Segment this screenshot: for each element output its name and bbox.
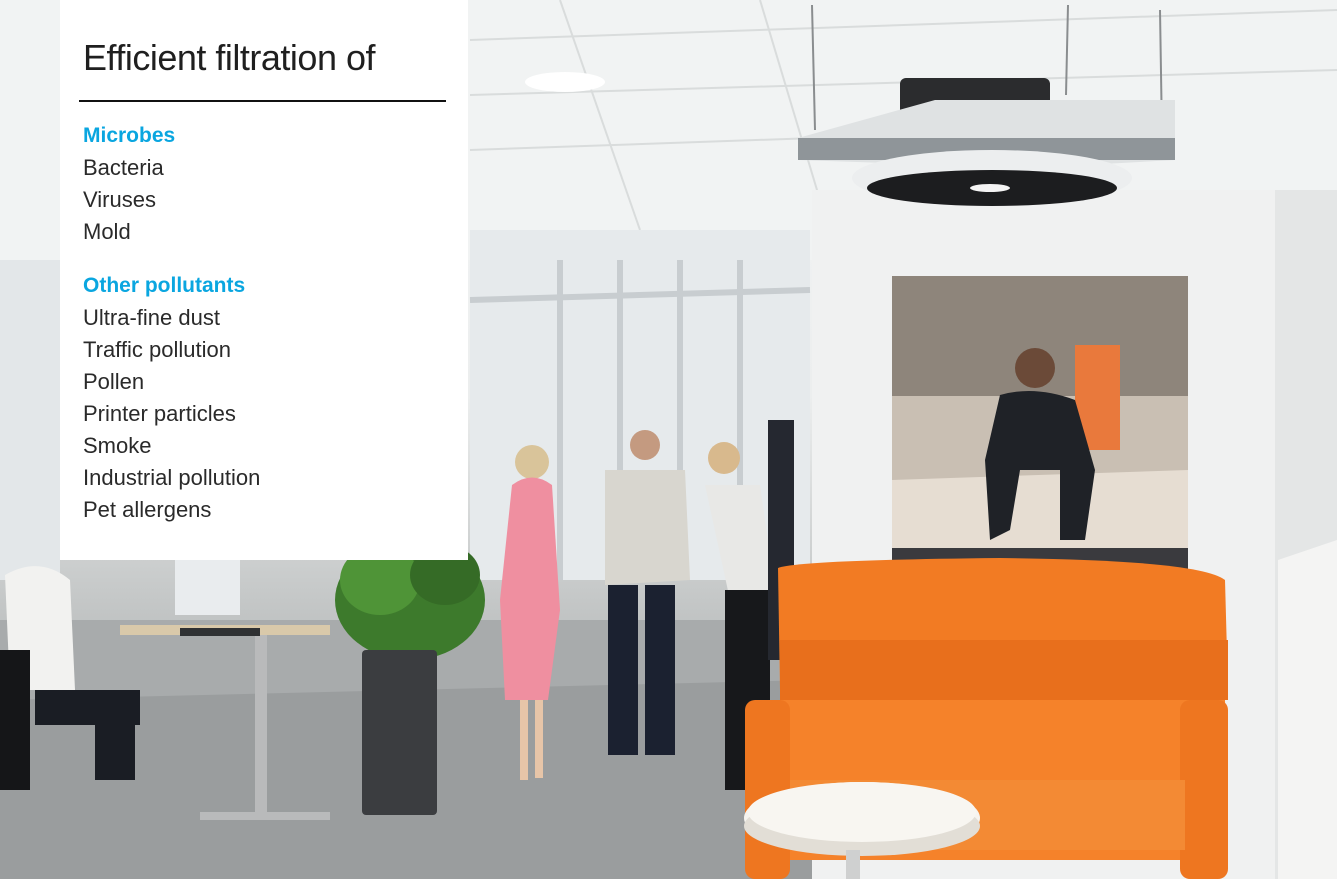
list-item: Ultra-fine dust	[83, 305, 220, 330]
filtration-info-panel: Efficient filtration of Microbes Bacteri…	[60, 0, 468, 560]
microbes-list: Bacteria Viruses Mold	[83, 152, 446, 248]
group-heading-microbes: Microbes	[83, 124, 176, 147]
list-item: Pollen	[83, 369, 145, 394]
list-item: Smoke	[83, 433, 152, 458]
other-pollutants-group: Other pollutants Ultra-fine dust Traffic…	[83, 270, 446, 526]
wall-photo-print	[892, 276, 1188, 574]
list-item: Industrial pollution	[83, 465, 261, 490]
ceiling-light	[525, 72, 605, 92]
list-item: Traffic pollution	[83, 337, 231, 362]
list-item: Bacteria	[83, 155, 164, 180]
list-item: Mold	[83, 219, 131, 244]
list-item: Pet allergens	[83, 497, 212, 522]
list-item: Viruses	[83, 187, 156, 212]
group-heading-other-pollutants: Other pollutants	[83, 274, 246, 297]
other-pollutants-list: Ultra-fine dust Traffic pollution Pollen…	[83, 302, 446, 526]
panel-title: Efficient filtration of	[83, 37, 376, 78]
microbes-group: Microbes Bacteria Viruses Mold	[83, 120, 446, 248]
office-photo: Efficient filtration of Microbes Bacteri…	[0, 0, 1337, 879]
title-divider	[79, 100, 446, 102]
list-item: Printer particles	[83, 401, 236, 426]
